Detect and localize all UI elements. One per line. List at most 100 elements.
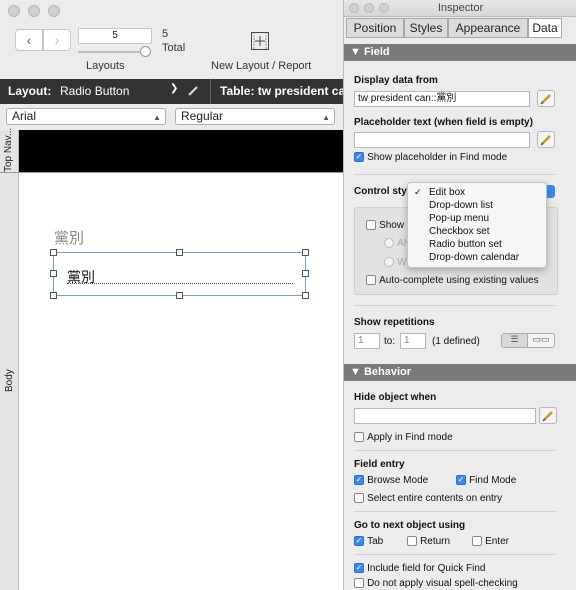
part-label-top-nav[interactable]: Top Nav... <box>3 128 14 172</box>
browse-mode-checkbox[interactable]: ✓ <box>354 475 364 486</box>
field-label-text[interactable]: 黨別 <box>54 227 84 248</box>
layout-window: ‹ › 5 5 Total Layouts New Layout / Repor… <box>0 0 352 590</box>
menu-item-popup-menu[interactable]: Pop-up menu <box>408 212 546 225</box>
part-label-body[interactable]: Body <box>4 369 15 392</box>
tab-position[interactable]: Position <box>346 18 404 38</box>
browse-mode-label: Browse Mode <box>367 475 429 486</box>
repetition-orientation-control[interactable]: ☰ ▭▭ <box>501 333 555 348</box>
return-key-row[interactable]: Return <box>407 535 450 547</box>
chevron-down-icon[interactable]: ❯ <box>170 83 178 94</box>
field-content: 黨別 <box>67 269 95 285</box>
minimize-window-button[interactable] <box>28 5 40 17</box>
pencil-icon <box>540 134 551 146</box>
tab-key-label: Tab <box>367 536 384 547</box>
resize-handle[interactable] <box>50 270 57 277</box>
previous-layout-button[interactable]: ‹ <box>15 29 43 51</box>
display-data-from-field[interactable]: tw president can::黨別 <box>354 91 530 107</box>
resize-handle[interactable] <box>50 249 57 256</box>
behavior-section-header[interactable]: ▼ Behavior <box>344 364 576 381</box>
radio-row-2[interactable]: W <box>384 256 407 268</box>
inspector-title: Inspector <box>437 2 484 14</box>
field-baseline <box>67 283 293 284</box>
show-values-row[interactable]: Show v <box>366 219 412 231</box>
tab-key-checkbox[interactable]: ✓ <box>354 536 364 547</box>
font-family-value: Arial <box>12 109 37 123</box>
menu-item-dropdown-calendar[interactable]: Drop-down calendar <box>408 251 546 264</box>
placeholder-calc-button[interactable] <box>537 131 555 148</box>
spell-check-row[interactable]: Do not apply visual spell-checking <box>354 577 518 589</box>
layout-slider-thumb[interactable] <box>140 46 151 57</box>
control-style-label: Control styl <box>354 186 410 197</box>
top-nav-part[interactable] <box>19 130 343 172</box>
layout-number-input[interactable]: 5 <box>78 28 152 44</box>
layout-select[interactable]: Radio Button <box>60 84 129 98</box>
resize-handle[interactable] <box>50 292 57 299</box>
tab-styles[interactable]: Styles <box>404 18 448 38</box>
select-entire-label: Select entire contents on entry <box>367 493 503 504</box>
select-entire-row[interactable]: Select entire contents on entry <box>354 492 502 504</box>
resize-handle[interactable] <box>176 292 183 299</box>
show-values-checkbox[interactable] <box>366 220 376 231</box>
radio-button[interactable] <box>384 257 394 268</box>
browse-mode-row[interactable]: ✓ Browse Mode <box>354 474 428 486</box>
hide-calc-button[interactable] <box>539 407 557 424</box>
return-key-checkbox[interactable] <box>407 536 417 547</box>
tab-key-row[interactable]: ✓ Tab <box>354 535 383 547</box>
autocomplete-row[interactable]: Auto-complete using existing values <box>366 274 539 286</box>
apply-find-row[interactable]: Apply in Find mode <box>354 431 453 443</box>
resize-handle[interactable] <box>176 249 183 256</box>
repetitions-to-label: to: <box>384 336 396 347</box>
go-next-label: Go to next object using <box>354 520 466 531</box>
close-window-button[interactable] <box>8 5 20 17</box>
horizontal-orientation-icon[interactable]: ▭▭ <box>528 334 554 347</box>
repetitions-to-field[interactable]: 1 <box>400 333 426 349</box>
specify-field-button[interactable] <box>537 90 555 107</box>
font-style-select[interactable]: Regular ▲ <box>175 108 335 125</box>
hide-object-field[interactable] <box>354 408 536 424</box>
select-entire-checkbox[interactable] <box>354 493 364 504</box>
inspector-panel: Inspector Position Styles Appearance Dat… <box>343 0 576 590</box>
menu-item-radio-button-set[interactable]: Radio button set <box>408 238 546 251</box>
layout-canvas[interactable]: 黨別 黨別 <box>19 130 343 590</box>
menu-item-checkbox-set[interactable]: Checkbox set <box>408 225 546 238</box>
menu-item-dropdown-list[interactable]: Drop-down list <box>408 199 546 212</box>
autocomplete-checkbox[interactable] <box>366 275 376 286</box>
chevron-left-icon: ‹ <box>26 32 32 48</box>
show-placeholder-checkbox[interactable]: ✓ <box>354 152 364 163</box>
find-mode-checkbox[interactable]: ✓ <box>456 475 466 486</box>
show-placeholder-row[interactable]: ✓ Show placeholder in Find mode <box>354 151 507 163</box>
spell-check-checkbox[interactable] <box>354 578 364 589</box>
return-key-label: Return <box>420 536 451 547</box>
total-label: Total <box>162 42 186 54</box>
field-section-header[interactable]: ▼ Field <box>344 44 576 61</box>
resize-handle[interactable] <box>302 270 309 277</box>
selected-field[interactable]: 黨別 <box>53 252 306 296</box>
pencil-icon <box>540 93 551 105</box>
find-mode-row[interactable]: ✓ Find Mode <box>456 474 516 486</box>
resize-handle[interactable] <box>302 292 309 299</box>
placeholder-field[interactable] <box>354 132 530 148</box>
menu-item-edit-box[interactable]: ✓ Edit box <box>408 186 546 199</box>
zoom-window-button[interactable] <box>48 5 60 17</box>
new-layout-label: New Layout / Report <box>211 60 312 72</box>
next-layout-button[interactable]: › <box>43 29 71 51</box>
quick-find-row[interactable]: ✓ Include field for Quick Find <box>354 562 485 574</box>
resize-handle[interactable] <box>302 249 309 256</box>
new-layout-button[interactable] <box>250 31 270 51</box>
vertical-orientation-icon[interactable]: ☰ <box>502 334 529 347</box>
radio-button[interactable] <box>384 238 394 249</box>
enter-key-checkbox[interactable] <box>472 536 482 547</box>
quick-find-checkbox[interactable]: ✓ <box>354 563 364 574</box>
divider <box>354 305 557 306</box>
font-family-select[interactable]: Arial ▲ <box>6 108 166 125</box>
tab-appearance[interactable]: Appearance <box>448 18 528 38</box>
new-layout-icon <box>251 32 269 50</box>
repetitions-from-field[interactable]: 1 <box>354 333 380 349</box>
edit-layout-name-button[interactable] <box>187 85 199 100</box>
enter-key-row[interactable]: Enter <box>472 535 509 547</box>
control-style-menu[interactable]: ✓ Edit box Drop-down list Pop-up menu Ch… <box>407 182 547 268</box>
field-entry-label: Field entry <box>354 459 405 470</box>
apply-find-checkbox[interactable] <box>354 432 364 443</box>
tab-data[interactable]: Data <box>528 18 562 38</box>
field-section-title: Field <box>363 46 390 58</box>
